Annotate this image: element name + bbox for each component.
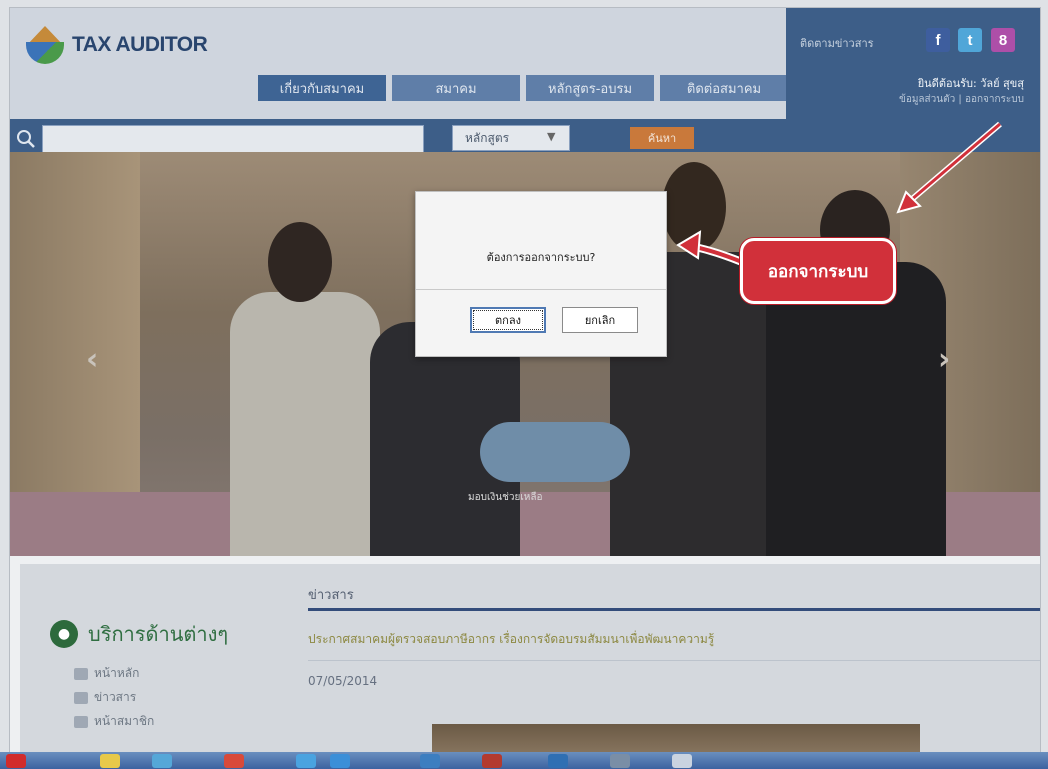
news-icon [74,691,88,704]
taskbar-app-icon[interactable] [224,754,244,768]
sidebar-item-label: หน้าหลัก [94,666,140,680]
dialog-message: ต้องการออกจากระบบ? [486,251,596,264]
logout-annotation-label: ออกจากระบบ [740,238,896,304]
taskbar-app-icon[interactable] [152,754,172,768]
news-heading: ข่าวสาร [308,588,354,603]
news-divider [308,608,1040,611]
photo-head-1 [268,222,332,302]
taskbar-app-icon[interactable] [296,754,316,768]
site-header: TAX AUDITOR เกี่ยวกับสมาคม สมาคม หลักสูต… [10,8,1040,119]
site-logo[interactable]: TAX AUDITOR [26,26,208,64]
account-links[interactable]: ข้อมูลส่วนตัว | ออกจากระบบ [899,92,1024,107]
news-image[interactable] [432,724,920,752]
services-heading: ● บริการด้านต่างๆ [50,618,228,650]
welcome-text: ยินดีต้อนรับ: วัลย์ สุขสุ [917,77,1024,90]
windows-taskbar [0,752,1048,769]
taskbar-app-icon[interactable] [482,754,502,768]
news-title-link[interactable]: ประกาศสมาคมผู้ตรวจสอบภาษีอากร เรื่องการจ… [308,630,714,649]
taskbar-app-icon[interactable] [548,754,568,768]
nav-tab-about[interactable]: เกี่ยวกับสมาคม [258,75,386,101]
sidebar-item-members[interactable]: หน้าสมาชิก [74,712,154,731]
taskbar-app-icon[interactable] [610,754,630,768]
category-select-value: หลักสูตร [465,130,510,145]
cancel-button[interactable]: ยกเลิก [562,307,638,333]
taskbar-app-icon[interactable] [672,754,692,768]
nav-tab-contact[interactable]: ติดต่อสมาคม [660,75,788,101]
logo-text: TAX AUDITOR [72,33,208,56]
news-rule [308,660,1040,661]
start-icon[interactable] [6,754,26,768]
main-nav: เกี่ยวกับสมาคม สมาคม หลักสูตร-อบรม ติดต่… [258,75,794,101]
sidebar-item-home[interactable]: หน้าหลัก [74,664,139,683]
services-title: บริการด้านต่างๆ [88,622,229,646]
ok-button[interactable]: ตกลง [470,307,546,333]
search-input[interactable] [42,125,424,153]
nav-tab-courses[interactable]: หลักสูตร-อบรม [526,75,654,101]
logout-confirm-dialog: ต้องการออกจากระบบ? ตกลง ยกเลิก [415,191,667,357]
logo-mark-icon [26,26,64,64]
follow-label: ติดตามข่าวสาร [800,37,874,50]
category-select[interactable]: หลักสูตร ▼ [452,125,570,151]
taskbar-app-icon[interactable] [100,754,120,768]
facebook-icon[interactable]: f [926,28,950,52]
taskbar-app-icon[interactable] [330,754,350,768]
home-icon [74,667,88,680]
sidebar-item-news[interactable]: ข่าวสาร [74,688,136,707]
member-icon [74,715,88,728]
dialog-divider [416,289,666,290]
nav-tab-association[interactable]: สมาคม [392,75,520,101]
news-date: 07/05/2014 [308,674,378,688]
googleplus-icon[interactable]: 8 [991,28,1015,52]
photo-gift-basket [480,422,630,482]
slider-next-icon[interactable]: › [938,342,950,377]
sidebar-item-label: หน้าสมาชิก [94,714,155,728]
photo-head-3 [662,162,726,252]
header-user-panel: ติดตามข่าวสาร f t 8 ยินดีต้อนรับ: วัลย์ … [786,8,1040,119]
twitter-icon[interactable]: t [958,28,982,52]
taskbar-app-icon[interactable] [420,754,440,768]
search-icon[interactable] [16,129,36,149]
search-button[interactable]: ค้นหา [630,127,694,149]
user-icon: ● [50,620,78,648]
chevron-down-icon: ▼ [547,130,556,143]
slide-caption: มอบเงินช่วยเหลือ [468,492,543,503]
photo-person-4 [766,262,946,556]
slider-prev-icon[interactable]: ‹ [86,342,98,377]
main-content: ● บริการด้านต่างๆ หน้าหลัก ข่าวสาร หน้าส… [20,564,1040,752]
sidebar-item-label: ข่าวสาร [94,690,137,704]
photo-person-1 [230,292,380,556]
